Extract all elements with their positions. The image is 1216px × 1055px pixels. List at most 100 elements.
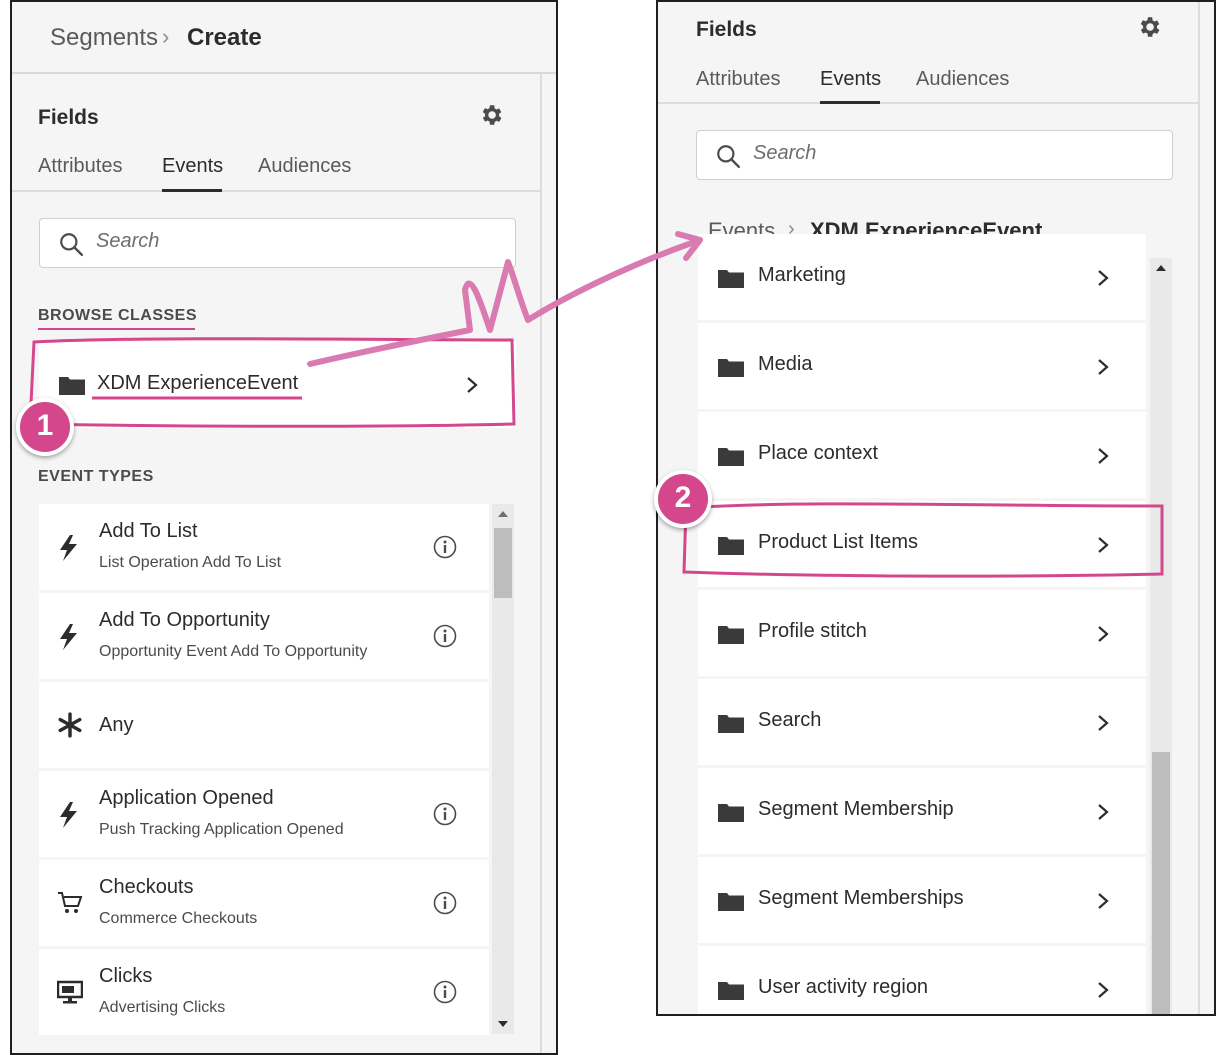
event-type-item[interactable]: Add To Opportunity Opportunity Event Add … <box>39 593 489 679</box>
fields-title: Fields <box>696 18 757 41</box>
panel-divider <box>1198 2 1200 1014</box>
field-group-label: Segment Membership <box>758 798 954 820</box>
folder-icon <box>718 537 744 555</box>
tab-events[interactable]: Events <box>162 155 223 178</box>
active-tab-indicator <box>820 101 880 104</box>
fields-title: Fields <box>38 106 99 129</box>
event-type-item[interactable]: Any <box>39 682 489 768</box>
tab-attributes[interactable]: Attributes <box>696 68 780 91</box>
scroll-up-icon[interactable] <box>497 510 509 518</box>
search-icon <box>60 233 84 257</box>
event-type-title: Any <box>99 714 134 736</box>
field-group-item[interactable]: Product List Items <box>698 501 1146 587</box>
field-group-item[interactable]: Search <box>698 679 1146 765</box>
chevron-right-icon <box>1098 715 1109 731</box>
field-group-item[interactable]: Segment Membership <box>698 768 1146 854</box>
breadcrumb-segments[interactable]: Segments <box>50 24 158 52</box>
chevron-right-icon <box>1098 359 1109 375</box>
cart-icon <box>57 890 83 918</box>
chevron-right-icon <box>1098 537 1109 553</box>
search-input[interactable]: Search <box>696 130 1173 180</box>
folder-icon <box>718 270 744 288</box>
breadcrumb: Segments › Create <box>12 2 556 74</box>
right-panel: Fields Attributes Events Audiences Searc… <box>656 0 1216 1016</box>
tab-audiences[interactable]: Audiences <box>916 68 1009 91</box>
chevron-right-icon <box>1098 982 1109 998</box>
folder-icon <box>59 377 85 395</box>
chevron-right-icon <box>1098 270 1109 286</box>
event-list-scrollbar[interactable] <box>492 504 514 1034</box>
info-icon[interactable] <box>433 980 457 1004</box>
field-group-label: Segment Memberships <box>758 887 964 909</box>
step-badge-2: 2 <box>654 470 712 528</box>
scroll-thumb[interactable] <box>1152 752 1170 1014</box>
field-group-item[interactable]: Profile stitch <box>698 590 1146 676</box>
event-type-item[interactable]: Checkouts Commerce Checkouts <box>39 860 489 946</box>
event-type-item[interactable]: Clicks Advertising Clicks <box>39 949 489 1035</box>
left-panel: Segments › Create Fields Attributes Even… <box>10 0 558 1055</box>
info-icon[interactable] <box>433 891 457 915</box>
class-item-label: XDM ExperienceEvent <box>97 372 299 394</box>
event-type-item[interactable]: Application Opened Push Tracking Applicat… <box>39 771 489 857</box>
breadcrumb-create: Create <box>187 24 262 51</box>
tab-attributes[interactable]: Attributes <box>38 155 122 178</box>
folder-icon <box>718 626 744 644</box>
event-type-title: Clicks <box>99 965 153 987</box>
lightning-icon <box>57 534 81 562</box>
chevron-right-icon <box>1098 448 1109 464</box>
field-group-label: Place context <box>758 442 879 464</box>
tabs-divider <box>658 102 1198 104</box>
breadcrumb-separator-icon: › <box>162 24 170 49</box>
folder-icon <box>718 448 744 466</box>
field-group-item[interactable]: User activity region <box>698 946 1146 1014</box>
event-type-title: Add To List <box>99 520 198 542</box>
event-type-item[interactable]: Add To List List Operation Add To List <box>39 504 489 590</box>
search-placeholder: Search <box>96 230 160 252</box>
gear-icon[interactable] <box>1136 14 1162 40</box>
lightning-icon <box>57 801 81 829</box>
field-group-item[interactable]: Marketing <box>698 234 1146 320</box>
browse-classes-label: BROWSE CLASSES <box>38 307 198 324</box>
field-group-label: User activity region <box>758 976 929 998</box>
chevron-right-icon <box>1098 804 1109 820</box>
search-placeholder: Search <box>753 142 817 164</box>
scroll-thumb[interactable] <box>494 528 512 598</box>
event-type-subtitle: Commerce Checkouts <box>99 910 258 927</box>
field-group-label: Profile stitch <box>758 620 867 642</box>
asterisk-icon <box>57 712 82 740</box>
search-input[interactable]: Search <box>39 218 516 268</box>
browse-classes-underline <box>38 328 195 330</box>
scroll-down-icon[interactable] <box>497 1020 509 1028</box>
tabs-divider <box>12 190 540 192</box>
gear-icon[interactable] <box>478 102 504 128</box>
item-list-scrollbar[interactable] <box>1150 258 1172 1014</box>
field-group-label: Search <box>758 709 822 731</box>
chevron-right-icon <box>467 377 478 393</box>
folder-icon <box>718 715 744 733</box>
step-badge-1: 1 <box>16 398 74 456</box>
field-group-label: Marketing <box>758 264 846 286</box>
field-group-label: Media <box>758 353 813 375</box>
event-type-subtitle: Advertising Clicks <box>99 999 226 1016</box>
search-icon <box>717 145 741 169</box>
field-group-item[interactable]: Media <box>698 323 1146 409</box>
event-type-title: Add To Opportunity <box>99 609 270 631</box>
field-group-label: Product List Items <box>758 531 919 553</box>
event-type-subtitle: List Operation Add To List <box>99 554 282 571</box>
field-group-item[interactable]: Segment Memberships <box>698 857 1146 943</box>
scroll-up-icon[interactable] <box>1155 264 1167 272</box>
tab-events[interactable]: Events <box>820 68 881 91</box>
field-group-item[interactable]: Place context <box>698 412 1146 498</box>
event-type-title: Application Opened <box>99 787 274 809</box>
chevron-right-icon <box>1098 626 1109 642</box>
info-icon[interactable] <box>433 802 457 826</box>
info-icon[interactable] <box>433 624 457 648</box>
class-item-xdm-experienceevent[interactable]: XDM ExperienceEvent <box>39 342 516 428</box>
event-type-subtitle: Opportunity Event Add To Opportunity <box>99 643 368 660</box>
folder-icon <box>718 804 744 822</box>
folder-icon <box>718 982 744 1000</box>
info-icon[interactable] <box>433 535 457 559</box>
tab-audiences[interactable]: Audiences <box>258 155 351 178</box>
panel-divider <box>540 74 542 1053</box>
folder-icon <box>718 893 744 911</box>
